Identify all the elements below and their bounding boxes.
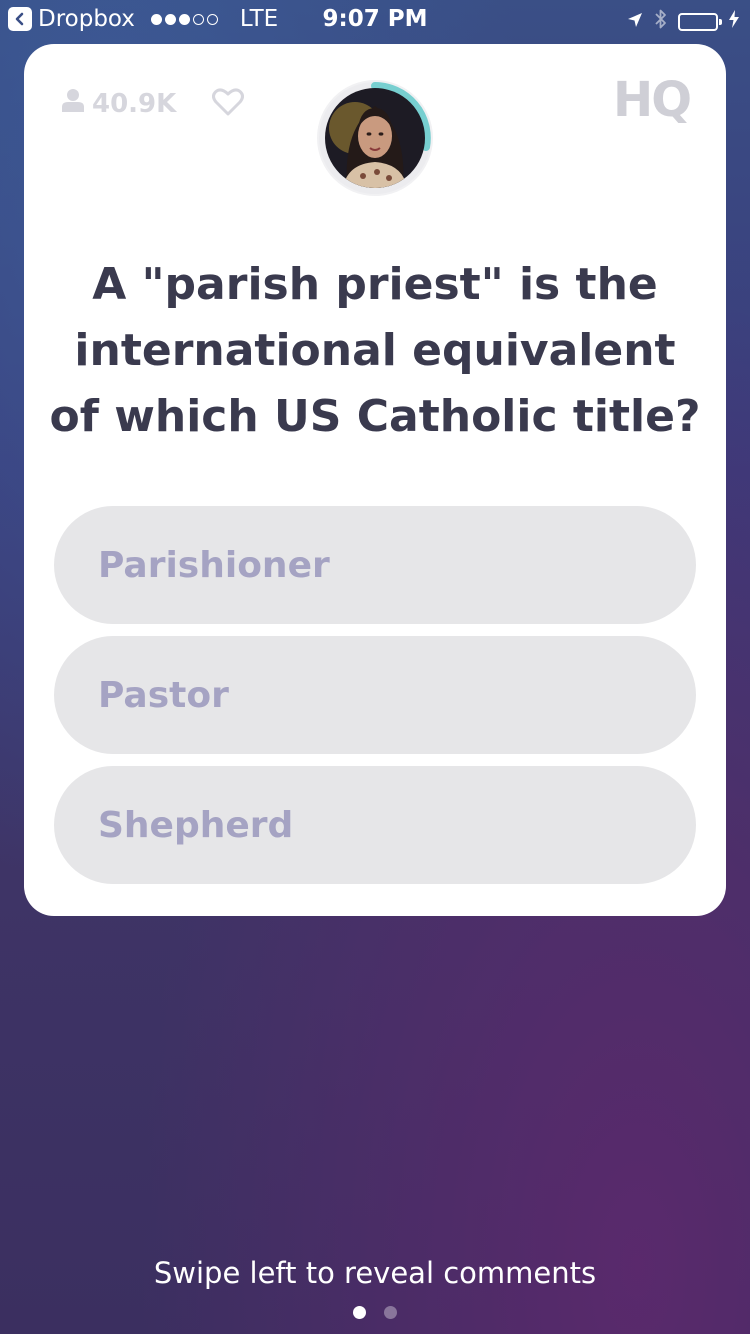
answer-option[interactable]: Shepherd [54,766,696,884]
question-card: 40.9K HQ A "parish priest" is the intern… [24,44,726,916]
answer-list: Parishioner Pastor Shepherd [54,506,696,896]
page-dot-current[interactable] [353,1306,366,1319]
answer-option[interactable]: Pastor [54,636,696,754]
bluetooth-icon [654,8,668,36]
user-icon [62,88,84,119]
heart-icon[interactable] [212,88,244,120]
host-photo [325,88,425,188]
charging-bolt-icon [728,9,740,35]
status-right [626,8,740,36]
viewer-count: 40.9K [62,88,176,119]
battery-icon [678,13,722,31]
swipe-hint: Swipe left to reveal comments [153,1256,597,1290]
question-text: A "parish priest" is the international e… [49,259,701,442]
location-arrow-icon [626,9,644,35]
answer-option[interactable]: Parishioner [54,506,696,624]
hq-logo: HQ [613,72,692,128]
battery-tip [719,19,722,25]
viewer-count-label: 40.9K [92,88,177,119]
page-dot[interactable] [384,1306,397,1319]
status-bar: Dropbox LTE 9:07 PM [0,0,750,40]
host-avatar [317,80,433,196]
page-indicator[interactable] [0,1306,750,1319]
